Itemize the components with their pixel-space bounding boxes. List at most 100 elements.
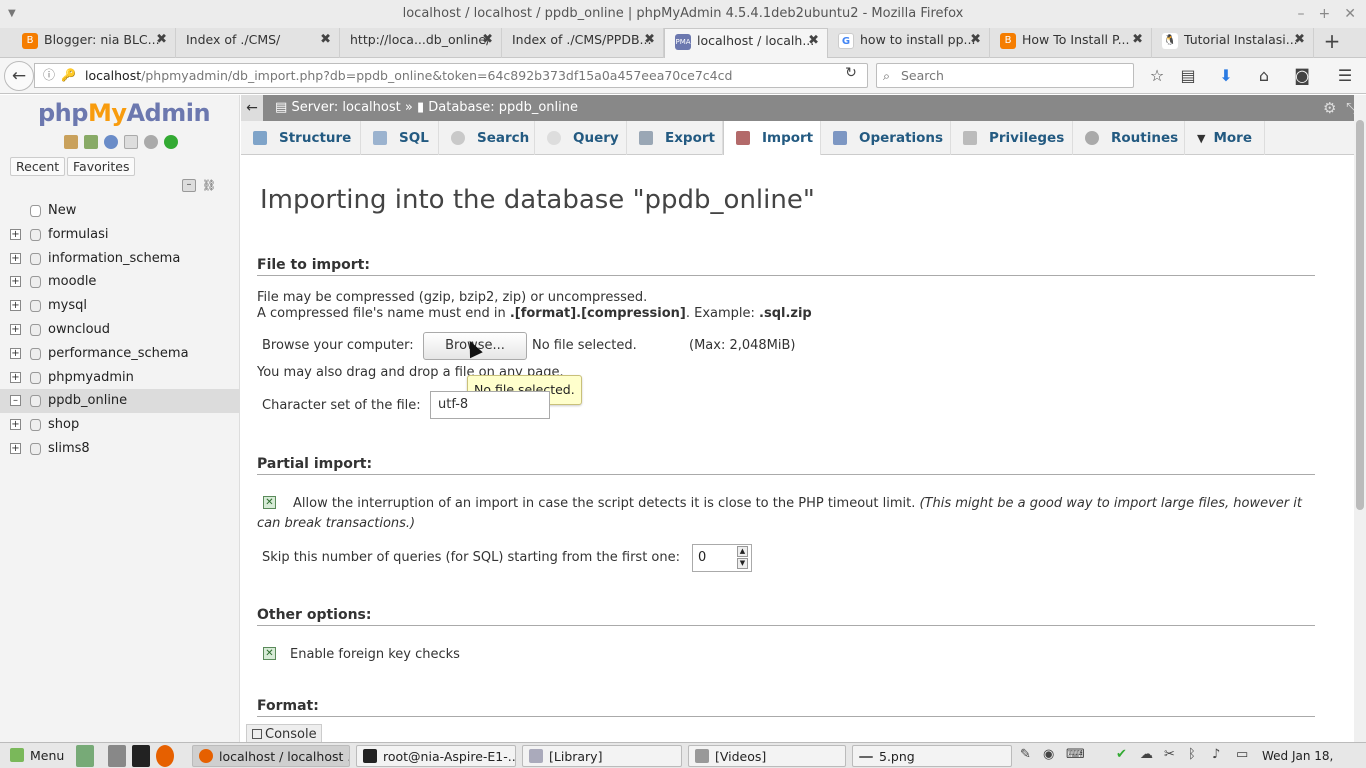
page-scrollbar[interactable] <box>1354 95 1366 742</box>
browser-tab[interactable]: Ghow to install pp... ✖ <box>828 28 990 58</box>
tab-more[interactable]: ▼ More <box>1185 121 1265 155</box>
new-database-item[interactable]: New <box>0 199 240 223</box>
tree-item-phpmyadmin[interactable]: + phpmyadmin <box>0 366 240 390</box>
reload-icon[interactable]: ↻ <box>840 65 862 81</box>
expand-icon[interactable]: + <box>10 228 21 240</box>
tab-import[interactable]: Import <box>723 121 821 155</box>
files-launcher-icon[interactable] <box>108 745 126 767</box>
battery-icon[interactable]: ▭ <box>1236 747 1248 762</box>
tab-search[interactable]: Search <box>439 121 535 155</box>
terminal-launcher-icon[interactable] <box>132 745 150 767</box>
maximize-icon[interactable]: + <box>1319 6 1331 22</box>
settings-icon[interactable] <box>144 135 158 149</box>
close-window-icon[interactable]: ✕ <box>1344 6 1356 22</box>
download-icon[interactable]: ⬇ <box>1215 66 1237 85</box>
skip-queries-input[interactable]: 0 ▲ ▼ <box>692 544 752 572</box>
close-tab-icon[interactable]: ✖ <box>1294 28 1305 52</box>
tab-query[interactable]: Query <box>535 121 627 155</box>
docs-icon[interactable] <box>124 135 138 149</box>
shield-icon[interactable]: ✔ <box>1116 747 1127 762</box>
tree-item-moodle[interactable]: + moodle <box>0 270 240 294</box>
browser-tab[interactable]: B How To Install P... ✖ <box>990 28 1152 58</box>
close-tab-icon[interactable]: ✖ <box>808 29 819 53</box>
browser-tab[interactable]: B Blogger: nia BLC... ✖ <box>12 28 176 58</box>
start-menu-button[interactable]: Menu <box>4 745 70 767</box>
expand-icon[interactable]: + <box>10 276 21 288</box>
tab-routines[interactable]: Routines <box>1073 121 1185 155</box>
tree-item-shop[interactable]: + shop <box>0 413 240 437</box>
taskbar-window-image[interactable]: 5.png <box>852 745 1012 767</box>
close-tab-icon[interactable]: ✖ <box>482 28 493 52</box>
browser-tab[interactable]: Index of ./CMS/ ✖ <box>176 28 340 58</box>
phpmyadmin-logo[interactable]: phpMyAdmin <box>38 99 211 127</box>
browser-tab[interactable]: 🐧 Tutorial Instalasi... ✖ <box>1152 28 1314 58</box>
home-icon[interactable] <box>64 135 78 149</box>
tab-structure[interactable]: Structure <box>241 121 361 155</box>
taskbar-window-terminal[interactable]: root@nia-Aspire-E1-... <box>356 745 516 767</box>
taskbar-window-firefox[interactable]: localhost / localhost ... <box>192 745 350 767</box>
close-tab-icon[interactable]: ✖ <box>156 28 167 52</box>
console-toggle[interactable]: Console <box>246 724 322 744</box>
info-icon[interactable]: ⓘ <box>43 64 55 87</box>
tree-item-formulasi[interactable]: + formulasi <box>0 223 240 247</box>
pocket-icon[interactable]: ◙ <box>1291 66 1313 85</box>
close-tab-icon[interactable]: ✖ <box>1132 28 1143 52</box>
minimize-icon[interactable]: – <box>1298 6 1305 22</box>
close-tab-icon[interactable]: ✖ <box>644 28 655 52</box>
tab-privileges[interactable]: Privileges <box>951 121 1073 155</box>
tab-operations[interactable]: Operations <box>821 121 951 155</box>
favorites-button[interactable]: Favorites <box>67 157 136 176</box>
volume-icon[interactable]: ♪ <box>1212 747 1220 762</box>
pen-icon[interactable]: ✎ <box>1020 747 1031 762</box>
show-desktop-icon[interactable] <box>76 745 94 767</box>
firefox-launcher-icon[interactable] <box>156 745 174 767</box>
charset-select[interactable]: utf-8 <box>430 391 550 419</box>
close-tab-icon[interactable]: ✖ <box>970 28 981 52</box>
logout-icon[interactable] <box>84 135 98 149</box>
tools-icon[interactable]: ✂ <box>1164 747 1175 762</box>
search-input[interactable]: ⌕ Search <box>876 63 1134 88</box>
tree-item-mysql[interactable]: + mysql <box>0 294 240 318</box>
new-tab-button[interactable]: + <box>1322 28 1342 56</box>
home-icon[interactable]: ⌂ <box>1253 66 1275 85</box>
expand-icon[interactable]: + <box>10 371 21 383</box>
window-menu-icon[interactable]: ▼ <box>8 0 16 28</box>
taskbar-window-videos[interactable]: [Videos] <box>688 745 846 767</box>
browser-tab[interactable]: http://loca...db_online/✖ <box>340 28 502 58</box>
expand-icon[interactable]: + <box>10 323 21 335</box>
tree-item-ppdb-online[interactable]: – ppdb_online <box>0 389 240 414</box>
interrupt-checkbox[interactable]: ✕ <box>263 496 276 509</box>
toggle-navigation-icon[interactable]: ← <box>241 95 263 121</box>
browser-tab[interactable]: Index of ./CMS/PPDB... ✖ <box>502 28 664 58</box>
breadcrumb-server[interactable]: Server: localhost <box>291 100 400 115</box>
fk-checkbox[interactable]: ✕ <box>263 647 276 660</box>
expand-icon[interactable]: + <box>10 419 21 431</box>
scrollbar-thumb[interactable] <box>1356 120 1364 510</box>
recent-button[interactable]: Recent <box>10 157 66 176</box>
bookmark-star-icon[interactable]: ☆ <box>1146 66 1168 85</box>
breadcrumb-database[interactable]: Database: ppdb_online <box>428 100 578 115</box>
taskbar-window-library[interactable]: [Library] <box>522 745 682 767</box>
browser-tab-active[interactable]: PMA localhost / localh... ✖ <box>664 28 828 59</box>
dark-app-icon[interactable]: ◉ <box>1043 747 1054 762</box>
taskbar-clock[interactable]: Wed Jan 18, 08:43 <box>1262 743 1366 768</box>
back-button[interactable]: ← <box>4 61 34 91</box>
spin-up-icon[interactable]: ▲ <box>737 546 748 557</box>
close-tab-icon[interactable]: ✖ <box>320 28 331 52</box>
bluetooth-icon[interactable]: ᛒ <box>1188 747 1196 762</box>
collapse-all-icon[interactable]: – <box>182 179 196 192</box>
help-icon[interactable] <box>104 135 118 149</box>
expand-icon[interactable]: + <box>10 347 21 359</box>
tree-item-information-schema[interactable]: + information_schema <box>0 247 240 271</box>
tab-export[interactable]: Export <box>627 121 723 155</box>
reload-nav-icon[interactable] <box>164 135 178 149</box>
reading-list-icon[interactable]: ▤ <box>1177 66 1199 85</box>
expand-icon[interactable]: + <box>10 252 21 264</box>
expand-icon[interactable]: + <box>10 442 21 454</box>
tree-item-owncloud[interactable]: + owncloud <box>0 318 240 342</box>
tab-sql[interactable]: SQL <box>361 121 439 155</box>
spin-down-icon[interactable]: ▼ <box>737 558 748 569</box>
page-settings-icon[interactable]: ⚙ <box>1323 99 1336 117</box>
keyboard-icon[interactable]: ⌨ <box>1066 747 1085 762</box>
tree-item-performance-schema[interactable]: + performance_schema <box>0 342 240 366</box>
